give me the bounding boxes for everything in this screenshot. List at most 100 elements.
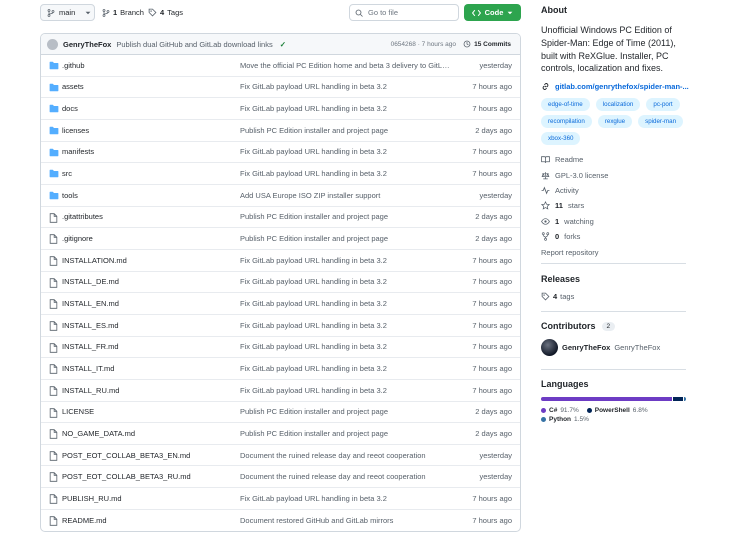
file-name-link[interactable]: .github [62, 61, 85, 70]
activity-link[interactable]: Activity [541, 183, 691, 198]
table-row[interactable]: POST_EOT_COLLAB_BETA3_RU.md Document the … [41, 466, 520, 489]
readme-link[interactable]: Readme [541, 152, 691, 167]
avatar[interactable] [47, 38, 58, 50]
topic-tag[interactable]: xbox-360 [541, 132, 581, 145]
file-commit-message[interactable]: Fix GitLab payload URL handling in beta … [240, 82, 450, 91]
topic-tag[interactable]: rexglue [597, 115, 633, 128]
file-commit-message[interactable]: Fix GitLab payload URL handling in beta … [240, 494, 450, 503]
file-name-link[interactable]: INSTALL_ES.md [62, 321, 119, 330]
file-name-link[interactable]: licenses [62, 126, 89, 135]
file-commit-message[interactable]: Fix GitLab payload URL handling in beta … [240, 342, 450, 351]
file-name-link[interactable]: INSTALLATION.md [62, 256, 127, 265]
watchers-link[interactable]: 1 watching [541, 214, 691, 229]
file-name-link[interactable]: tools [62, 191, 78, 200]
topic-tag[interactable]: spider-man [638, 115, 684, 128]
contributor-item[interactable]: GenryTheFox GenryTheFox [541, 339, 660, 356]
file-commit-message[interactable]: Publish PC Edition installer and project… [240, 429, 450, 438]
stars-link[interactable]: 11 stars [541, 198, 691, 213]
table-row[interactable]: NO_GAME_DATA.md Publish PC Edition instal… [41, 423, 520, 445]
file-name-link[interactable]: src [62, 169, 72, 178]
commits-link[interactable]: 15 Commits [463, 40, 511, 48]
file-name-link[interactable]: POST_EOT_COLLAB_BETA3_EN.md [62, 451, 190, 460]
file-name-link[interactable]: INSTALL_DE.md [62, 277, 119, 286]
file-name-link[interactable]: LICENSE [62, 407, 94, 416]
table-row[interactable]: assets Fix GitLab payload URL handling in… [41, 77, 520, 99]
file-name-link[interactable]: NO_GAME_DATA.md [62, 429, 135, 438]
file-name-link[interactable]: INSTALL_IT.md [62, 364, 114, 373]
avatar[interactable] [541, 339, 558, 356]
table-row[interactable]: PUBLISH_RU.md Fix GitLab payload URL hand… [41, 488, 520, 510]
file-commit-message[interactable]: Fix GitLab payload URL handling in beta … [240, 104, 450, 113]
file-name-link[interactable]: INSTALL_EN.md [62, 299, 119, 308]
file-commit-message[interactable]: Document the ruined release day and reeo… [240, 451, 450, 460]
file-commit-message[interactable]: Publish PC Edition installer and project… [240, 126, 450, 135]
file-commit-message[interactable]: Fix GitLab payload URL handling in beta … [240, 256, 450, 265]
file-commit-message[interactable]: Publish PC Edition installer and project… [240, 234, 450, 243]
topic-tag[interactable]: localization [595, 98, 641, 111]
report-repository-link[interactable]: Report repository [541, 244, 691, 259]
file-name-link[interactable]: README.md [62, 516, 107, 525]
file-commit-message[interactable]: Document the ruined release day and reeo… [240, 472, 450, 481]
branch-select-button[interactable]: main [40, 4, 95, 21]
file-commit-message[interactable]: Fix GitLab payload URL handling in beta … [240, 386, 450, 395]
go-to-file-input[interactable]: Go to file [349, 4, 459, 21]
file-commit-message[interactable]: Publish PC Edition installer and project… [240, 212, 450, 221]
file-name-link[interactable]: assets [62, 82, 84, 91]
contributors-heading[interactable]: Contributors 2 [541, 321, 616, 331]
file-commit-message[interactable]: Fix GitLab payload URL handling in beta … [240, 147, 450, 156]
code-button[interactable]: Code [464, 4, 521, 21]
file-commit-message[interactable]: Fix GitLab payload URL handling in beta … [240, 277, 450, 286]
table-row[interactable]: .github Move the official PC Edition home… [41, 55, 520, 77]
file-commit-message[interactable]: Add USA Europe ISO ZIP installer support [240, 191, 450, 200]
file-commit-message[interactable]: Fix GitLab payload URL handling in beta … [240, 299, 450, 308]
commit-message[interactable]: Publish dual GitHub and GitLab download … [116, 40, 272, 49]
table-row[interactable]: POST_EOT_COLLAB_BETA3_EN.md Document the … [41, 445, 520, 467]
language-item[interactable]: PowerShell 6.8% [586, 407, 648, 414]
releases-heading[interactable]: Releases [541, 274, 580, 284]
contributor-name[interactable]: GenryTheFox [562, 343, 610, 352]
topic-tag[interactable]: recompilation [541, 115, 592, 128]
license-link[interactable]: GPL-3.0 license [541, 167, 691, 182]
table-row[interactable]: INSTALLATION.md Fix GitLab payload URL ha… [41, 250, 520, 272]
table-row[interactable]: .gitignore Publish PC Edition installer a… [41, 228, 520, 250]
check-icon[interactable]: ✓ [280, 40, 286, 49]
file-name-link[interactable]: .gitattributes [62, 212, 103, 221]
file-commit-message[interactable]: Publish PC Edition installer and project… [240, 407, 450, 416]
commit-author[interactable]: GenryTheFox [63, 40, 111, 49]
table-row[interactable]: tools Add USA Europe ISO ZIP installer su… [41, 185, 520, 207]
file-name-link[interactable]: POST_EOT_COLLAB_BETA3_RU.md [62, 472, 191, 481]
file-name-link[interactable]: PUBLISH_RU.md [62, 494, 122, 503]
file-commit-message[interactable]: Document restored GitHub and GitLab mirr… [240, 516, 450, 525]
file-commit-message[interactable]: Fix GitLab payload URL handling in beta … [240, 321, 450, 330]
table-row[interactable]: INSTALL_IT.md Fix GitLab payload URL hand… [41, 358, 520, 380]
branches-link[interactable]: 1 Branch [102, 4, 144, 21]
table-row[interactable]: src Fix GitLab payload URL handling in be… [41, 163, 520, 185]
commit-hash-time[interactable]: 0654268 · 7 hours ago [391, 41, 456, 48]
table-row[interactable]: INSTALL_FR.md Fix GitLab payload URL hand… [41, 337, 520, 359]
table-row[interactable]: docs Fix GitLab payload URL handling in b… [41, 98, 520, 120]
file-commit-message[interactable]: Fix GitLab payload URL handling in beta … [240, 364, 450, 373]
table-row[interactable]: licenses Publish PC Edition installer and… [41, 120, 520, 142]
table-row[interactable]: INSTALL_DE.md Fix GitLab payload URL hand… [41, 272, 520, 294]
tags-link[interactable]: 4 Tags [148, 4, 183, 21]
topic-tag[interactable]: pc-port [646, 98, 680, 111]
language-item[interactable]: Python 1.5% [541, 416, 589, 423]
file-name-link[interactable]: INSTALL_FR.md [62, 342, 119, 351]
table-row[interactable]: INSTALL_EN.md Fix GitLab payload URL hand… [41, 293, 520, 315]
file-name-link[interactable]: .gitignore [62, 234, 93, 243]
file-name-link[interactable]: INSTALL_RU.md [62, 386, 119, 395]
table-row[interactable]: INSTALL_ES.md Fix GitLab payload URL hand… [41, 315, 520, 337]
table-row[interactable]: LICENSE Publish PC Edition installer and … [41, 402, 520, 424]
topic-tag[interactable]: edge-of-time [541, 98, 590, 111]
table-row[interactable]: README.md Document restored GitHub and Gi… [41, 510, 520, 532]
release-tags-link[interactable]: 4 tags [541, 292, 574, 301]
language-item[interactable]: C# 91.7% [541, 407, 579, 414]
table-row[interactable]: manifests Fix GitLab payload URL handling… [41, 142, 520, 164]
file-commit-message[interactable]: Fix GitLab payload URL handling in beta … [240, 169, 450, 178]
file-name-link[interactable]: manifests [62, 147, 94, 156]
table-row[interactable]: .gitattributes Publish PC Edition install… [41, 207, 520, 229]
file-name-link[interactable]: docs [62, 104, 78, 113]
table-row[interactable]: INSTALL_RU.md Fix GitLab payload URL hand… [41, 380, 520, 402]
homepage-link[interactable]: gitlab.com/genrythefox/spider-man-... [541, 82, 691, 91]
forks-link[interactable]: 0 forks [541, 229, 691, 244]
